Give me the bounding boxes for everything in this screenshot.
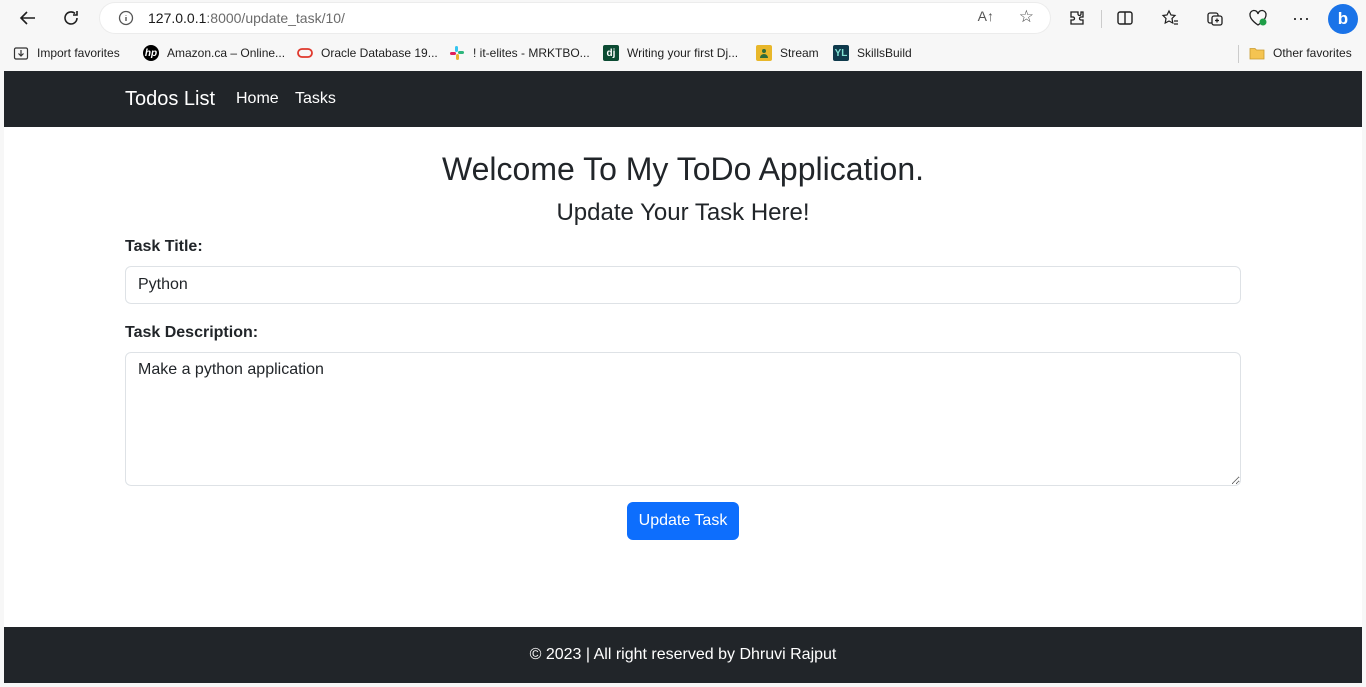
bookmark-label: Oracle Database 19...	[321, 46, 438, 60]
task-description-label: Task Description:	[125, 324, 259, 341]
favorite-star-icon[interactable]: ☆	[1019, 7, 1034, 27]
task-description-textarea[interactable]: Make a python application	[125, 352, 1241, 486]
read-aloud-icon[interactable]: A↑	[978, 8, 994, 24]
navbar-brand[interactable]: Todos List	[125, 88, 215, 111]
favorites-icon[interactable]	[1155, 4, 1185, 32]
django-icon: dj	[603, 45, 619, 61]
hp-icon: hp	[143, 45, 159, 61]
bookmark-label: Amazon.ca – Online...	[167, 46, 286, 60]
bookmark-label: Other favorites	[1273, 46, 1352, 60]
bookmark-other-favorites[interactable]: Other favorites	[1249, 45, 1352, 61]
page-title: Welcome To My ToDo Application.	[441, 151, 924, 187]
url-path: :8000/update_task/10/	[206, 10, 345, 26]
bookmark-stream[interactable]: Stream	[756, 45, 819, 61]
import-icon	[13, 45, 29, 61]
nav-link-tasks[interactable]: Tasks	[295, 90, 336, 108]
oracle-icon	[297, 45, 313, 61]
bookmark-label: Stream	[780, 46, 819, 60]
bookmark-oracle[interactable]: Oracle Database 19...	[297, 45, 438, 61]
task-title-input[interactable]	[125, 266, 1241, 304]
toolbar-divider	[1101, 10, 1102, 28]
bookmark-import-favorites[interactable]: Import favorites	[13, 45, 120, 61]
bookmark-label: SkillsBuild	[857, 46, 912, 60]
page-subtitle: Update Your Task Here!	[556, 199, 810, 226]
refresh-icon[interactable]	[56, 4, 86, 32]
browser-toolbar: 127.0.0.1:8000/update_task/10/ A↑ ☆ ··· …	[0, 0, 1366, 37]
extensions-icon[interactable]	[1062, 4, 1092, 32]
page-viewport: Todos List Home Tasks Welcome To My ToDo…	[4, 71, 1362, 683]
bookmark-slack[interactable]: ! it-elites - MRKTBO...	[449, 45, 590, 61]
bookmark-label: Writing your first Dj...	[627, 46, 739, 60]
navbar: Todos List Home Tasks	[4, 71, 1362, 127]
bookmarks-divider	[1238, 45, 1239, 63]
bookmark-skillsbuild[interactable]: YL SkillsBuild	[833, 45, 912, 61]
browser-essentials-icon[interactable]	[1243, 4, 1273, 32]
footer: © 2023 | All right reserved by Dhruvi Ra…	[4, 627, 1362, 683]
task-title-label: Task Title:	[125, 238, 203, 255]
footer-text: © 2023 | All right reserved by Dhruvi Ra…	[529, 646, 837, 663]
split-screen-icon[interactable]	[1110, 4, 1140, 32]
bookmarks-bar: Import favorites hp Amazon.ca – Online..…	[0, 37, 1366, 69]
address-bar[interactable]: 127.0.0.1:8000/update_task/10/ A↑ ☆	[100, 3, 1050, 33]
folder-icon	[1249, 45, 1265, 61]
more-options-icon[interactable]: ···	[1286, 4, 1316, 32]
collections-icon[interactable]	[1200, 4, 1230, 32]
site-info-icon[interactable]	[117, 9, 135, 27]
nav-link-home[interactable]: Home	[236, 90, 279, 108]
url-host: 127.0.0.1	[148, 10, 207, 26]
stream-icon	[756, 45, 772, 61]
bookmark-django[interactable]: dj Writing your first Dj...	[603, 45, 738, 61]
skillsbuild-icon: YL	[833, 45, 849, 61]
bookmark-label: Import favorites	[37, 46, 120, 60]
url-text[interactable]: 127.0.0.1:8000/update_task/10/	[148, 10, 345, 26]
back-arrow-icon[interactable]	[13, 4, 43, 32]
update-task-button[interactable]: Update Task	[627, 502, 739, 540]
bing-chat-icon[interactable]: b	[1328, 4, 1358, 34]
bookmark-label: ! it-elites - MRKTBO...	[473, 46, 590, 60]
slack-icon	[449, 45, 465, 61]
bookmark-amazon[interactable]: hp Amazon.ca – Online...	[143, 45, 285, 61]
